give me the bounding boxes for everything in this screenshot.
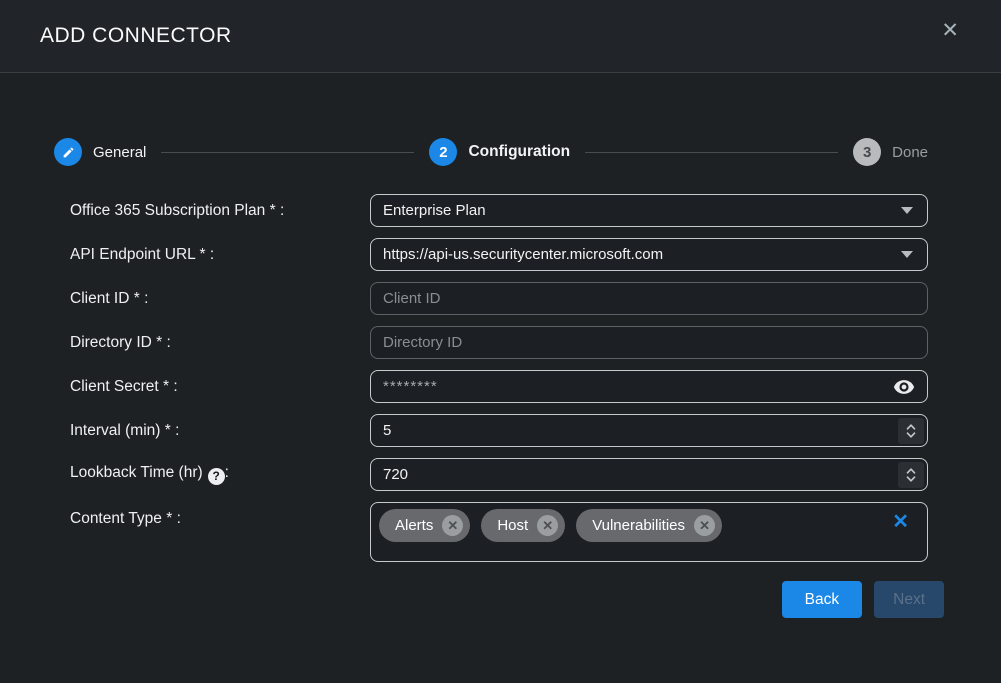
interval-input[interactable] bbox=[371, 415, 927, 446]
tag-label: Host bbox=[497, 517, 528, 534]
step-done-label: Done bbox=[892, 144, 928, 161]
clear-selection-icon[interactable]: ✕ bbox=[892, 512, 909, 532]
field-label: API Endpoint URL * : bbox=[70, 246, 370, 264]
lookback-input[interactable] bbox=[371, 459, 927, 490]
back-button[interactable]: Back bbox=[782, 581, 862, 618]
close-icon[interactable]: ✕ bbox=[941, 20, 959, 41]
client-secret-input[interactable] bbox=[371, 371, 893, 402]
step-configuration-label: Configuration bbox=[468, 143, 570, 161]
selected-value: Enterprise Plan bbox=[371, 202, 901, 219]
chevron-down-icon bbox=[901, 251, 913, 258]
subscription-plan-select[interactable]: Enterprise Plan bbox=[370, 194, 928, 227]
step-general[interactable]: General bbox=[54, 138, 146, 166]
eye-icon[interactable] bbox=[893, 379, 915, 395]
client-id-input[interactable] bbox=[371, 283, 927, 314]
tag-vulnerabilities: Vulnerabilities ✕ bbox=[576, 509, 722, 542]
field-label: Interval (min) * : bbox=[70, 422, 370, 440]
pencil-icon bbox=[62, 146, 75, 159]
selected-value: https://api-us.securitycenter.microsoft.… bbox=[371, 246, 901, 263]
field-row-client-secret: Client Secret * : bbox=[0, 370, 1001, 403]
stepper-connector bbox=[161, 152, 414, 153]
chevron-down-icon bbox=[901, 207, 913, 214]
remove-tag-icon[interactable]: ✕ bbox=[694, 515, 715, 536]
api-endpoint-select[interactable]: https://api-us.securitycenter.microsoft.… bbox=[370, 238, 928, 271]
remove-tag-icon[interactable]: ✕ bbox=[537, 515, 558, 536]
field-label: Client ID * : bbox=[70, 290, 370, 308]
field-row-client-id: Client ID * : bbox=[0, 282, 1001, 315]
stepper-connector bbox=[585, 152, 838, 153]
field-row-content-type: Content Type * : Alerts ✕ Host ✕ Vulnera… bbox=[0, 502, 1001, 562]
dialog-title: ADD CONNECTOR bbox=[40, 24, 232, 48]
content-type-multiselect[interactable]: Alerts ✕ Host ✕ Vulnerabilities ✕ ✕ bbox=[370, 502, 928, 562]
step-configuration-circle: 2 bbox=[429, 138, 457, 166]
field-row-subscription-plan: Office 365 Subscription Plan * : Enterpr… bbox=[0, 194, 1001, 227]
help-icon[interactable]: ? bbox=[208, 468, 225, 485]
tag-host: Host ✕ bbox=[481, 509, 565, 542]
remove-tag-icon[interactable]: ✕ bbox=[442, 515, 463, 536]
tag-label: Vulnerabilities bbox=[592, 517, 685, 534]
tag-label: Alerts bbox=[395, 517, 433, 534]
next-button[interactable]: Next bbox=[874, 581, 944, 618]
step-general-label: General bbox=[93, 144, 146, 161]
step-done-circle: 3 bbox=[853, 138, 881, 166]
field-row-lookback: Lookback Time (hr)?: bbox=[0, 458, 1001, 491]
field-row-interval: Interval (min) * : bbox=[0, 414, 1001, 447]
field-label: Content Type * : bbox=[70, 502, 370, 528]
step-configuration[interactable]: 2 Configuration bbox=[429, 138, 570, 166]
connector-config-form: Office 365 Subscription Plan * : Enterpr… bbox=[0, 194, 1001, 562]
field-label: Directory ID * : bbox=[70, 334, 370, 352]
dialog-footer: Back Next bbox=[0, 581, 944, 618]
field-label: Client Secret * : bbox=[70, 378, 370, 396]
number-stepper-icon[interactable] bbox=[898, 418, 924, 444]
field-label: Lookback Time (hr)?: bbox=[70, 464, 370, 485]
wizard-stepper: General 2 Configuration 3 Done bbox=[54, 137, 928, 167]
directory-id-input[interactable] bbox=[371, 327, 927, 358]
step-general-circle bbox=[54, 138, 82, 166]
field-row-directory-id: Directory ID * : bbox=[0, 326, 1001, 359]
field-label: Office 365 Subscription Plan * : bbox=[70, 202, 370, 220]
tag-alerts: Alerts ✕ bbox=[379, 509, 470, 542]
step-done: 3 Done bbox=[853, 138, 928, 166]
dialog-header: ADD CONNECTOR ✕ bbox=[0, 0, 1001, 73]
field-row-api-endpoint: API Endpoint URL * : https://api-us.secu… bbox=[0, 238, 1001, 271]
number-stepper-icon[interactable] bbox=[898, 462, 924, 488]
